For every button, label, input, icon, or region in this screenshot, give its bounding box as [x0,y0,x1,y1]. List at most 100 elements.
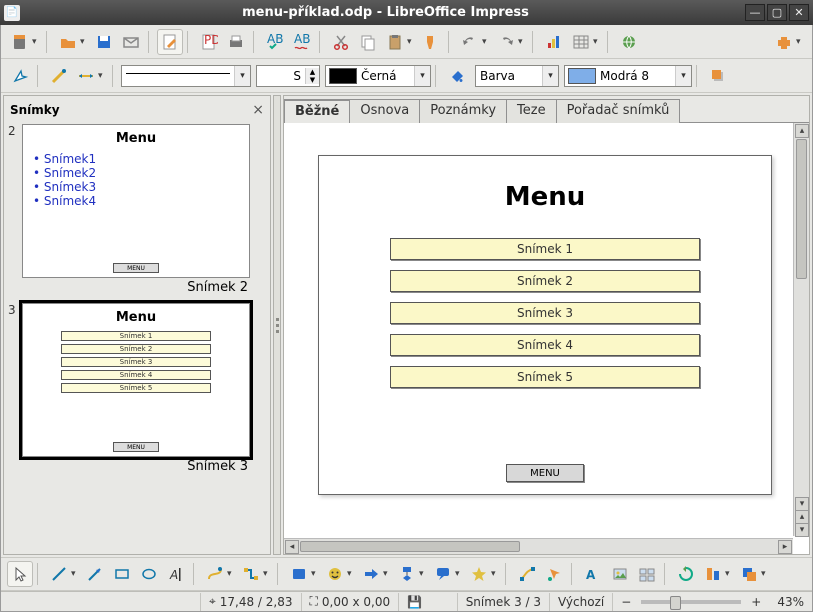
prev-slide-icon[interactable]: ▴ [795,510,809,524]
auto-spellcheck-button[interactable]: ABC [289,29,315,55]
tab-běžné[interactable]: Běžné [284,99,350,123]
dropdown-icon[interactable]: ▾ [407,37,415,47]
hyperlink-button[interactable] [616,29,642,55]
save-button[interactable] [91,29,117,55]
cut-button[interactable] [328,29,354,55]
scroll-thumb[interactable] [796,139,807,279]
dropdown-icon[interactable]: ▾ [32,37,40,47]
stars-button[interactable] [466,561,492,587]
points-edit-button[interactable] [514,561,540,587]
callouts-button[interactable] [430,561,456,587]
copy-button[interactable] [355,29,381,55]
next-slide-icon[interactable]: ▾ [795,523,809,537]
scroll-right-icon[interactable]: ▸ [778,540,792,554]
undo-button[interactable] [457,29,483,55]
zoom-controls[interactable]: − + [613,593,769,611]
align-button[interactable] [700,561,726,587]
email-button[interactable] [118,29,144,55]
slide-nav-button[interactable]: Snímek 2 [390,270,700,292]
basic-shapes-button[interactable] [286,561,312,587]
dropdown-icon[interactable]: ▾ [482,37,490,47]
gluepoints-button[interactable] [541,561,567,587]
new-doc-button[interactable] [7,29,33,55]
dropdown-icon[interactable]: ▾ [419,569,427,579]
scroll-up-icon[interactable]: ▴ [795,124,809,138]
rotate-button[interactable] [673,561,699,587]
dropdown-icon[interactable]: ▾ [796,37,804,47]
arrow-line-button[interactable] [82,561,108,587]
line-color-combo[interactable]: Černá ▾ [325,65,431,87]
spellcheck-button[interactable]: ABC [262,29,288,55]
dropdown-icon[interactable]: ▾ [347,569,355,579]
chart-button[interactable] [541,29,567,55]
zoom-in-icon[interactable]: + [751,595,761,609]
connector-tool-button[interactable] [238,561,264,587]
dropdown-icon[interactable]: ▾ [455,569,463,579]
scroll-left-icon[interactable]: ◂ [285,540,299,554]
tab-teze[interactable]: Teze [506,99,557,123]
dropdown-icon[interactable]: ▾ [71,569,79,579]
slide-nav-button[interactable]: Snímek 4 [390,334,700,356]
tab-osnova[interactable]: Osnova [349,99,420,123]
zoom-value[interactable]: 43% [769,593,812,611]
arrow-ends-button[interactable] [73,63,99,89]
tab-pořadač snímků[interactable]: Pořadač snímků [556,99,681,123]
ellipse-tool-button[interactable] [136,561,162,587]
arrow-tool-button[interactable] [7,63,33,89]
fontwork-button[interactable]: A [580,561,606,587]
redo-button[interactable] [493,29,519,55]
slide-nav-button[interactable]: Snímek 5 [390,366,700,388]
symbol-shapes-button[interactable] [322,561,348,587]
slide-canvas[interactable]: Menu Snímek 1 Snímek 2 Snímek 3 Snímek 4 Sní… [318,155,772,495]
open-button[interactable] [55,29,81,55]
vertical-scrollbar[interactable]: ▴ ▾ ▴ ▾ [793,123,809,536]
text-tool-button[interactable]: A [163,561,189,587]
slide-nav-button[interactable]: Snímek 3 [390,302,700,324]
gallery-button[interactable] [634,561,660,587]
slide-title[interactable]: Menu [319,182,771,212]
dropdown-icon[interactable]: ▾ [593,37,601,47]
dropdown-icon[interactable]: ▾ [491,569,499,579]
dropdown-icon[interactable]: ▾ [518,37,526,47]
format-paintbrush-button[interactable] [418,29,444,55]
area-fill-button[interactable] [444,63,470,89]
splitter-handle[interactable] [273,95,281,555]
dropdown-icon[interactable]: ▾ [311,569,319,579]
dropdown-icon[interactable]: ▾ [227,569,235,579]
close-button[interactable]: ✕ [789,4,809,21]
line-width-combo[interactable]: S ▲ ▼ [256,65,320,87]
zoom-slider[interactable] [641,600,741,604]
flowchart-button[interactable] [394,561,420,587]
scroll-down-icon[interactable]: ▾ [795,497,809,511]
dropdown-icon[interactable]: ▾ [761,569,769,579]
layout-cell[interactable]: Výchozí [550,593,613,611]
fill-color-combo[interactable]: Modrá 8 ▾ [564,65,692,87]
close-panel-button[interactable]: × [252,102,264,118]
table-button[interactable] [568,29,594,55]
print-button[interactable] [223,29,249,55]
line-tool-button[interactable] [46,561,72,587]
curve-tool-button[interactable] [202,561,228,587]
minimize-button[interactable]: — [745,4,765,21]
dropdown-icon[interactable]: ▾ [80,37,88,47]
zoom-out-icon[interactable]: − [621,595,631,609]
maximize-button[interactable]: ▢ [767,4,787,21]
line-style-combo[interactable]: ▾ [121,65,251,87]
fill-mode-combo[interactable]: Barva ▾ [475,65,559,87]
dropdown-icon[interactable]: ▾ [383,569,391,579]
arrange-button[interactable] [736,561,762,587]
slide-canvas-viewport[interactable]: Menu Snímek 1 Snímek 2 Snímek 3 Snímek 4 Sní… [284,123,809,554]
block-arrows-button[interactable] [358,561,384,587]
dropdown-icon[interactable]: ▾ [725,569,733,579]
rect-tool-button[interactable] [109,561,135,587]
export-pdf-button[interactable]: PDF [196,29,222,55]
tab-poznámky[interactable]: Poznámky [419,99,507,123]
slide-nav-button[interactable]: Snímek 1 [390,238,700,260]
select-tool-button[interactable] [7,561,33,587]
paste-button[interactable] [382,29,408,55]
slide-thumbnail[interactable]: MenuSnímek 1Snímek 2Snímek 3Snímek 4Sním… [22,303,250,457]
extension-button[interactable] [771,29,797,55]
slide-thumbnail[interactable]: MenuSnímek1Snímek2Snímek3Snímek4MENU [22,124,250,278]
dropdown-icon[interactable]: ▾ [98,71,106,81]
dropdown-icon[interactable]: ▾ [263,569,271,579]
